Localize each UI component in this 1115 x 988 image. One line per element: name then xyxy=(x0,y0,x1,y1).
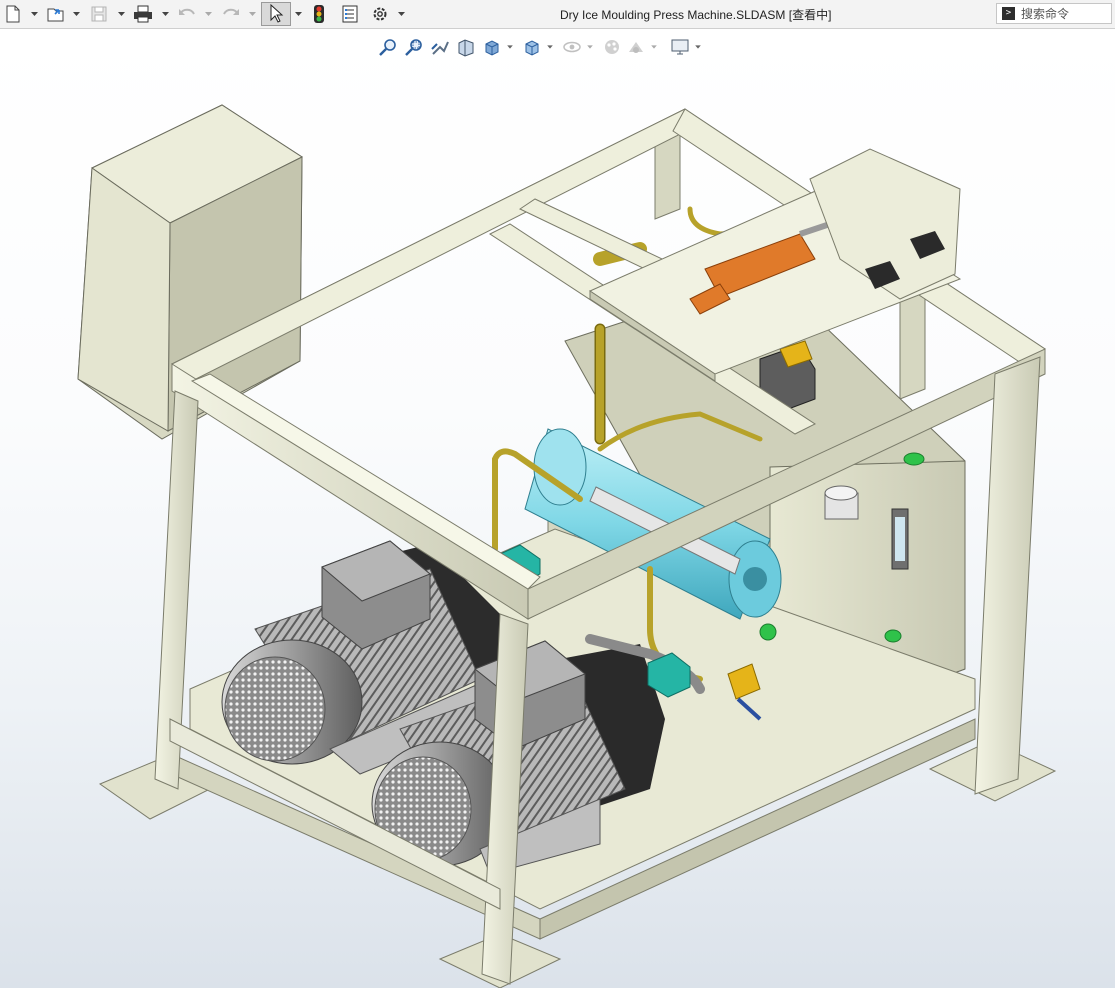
chevron-down-icon[interactable] xyxy=(161,9,170,19)
new-document-icon[interactable] xyxy=(3,2,23,26)
chevron-down-icon[interactable] xyxy=(294,9,303,19)
undo-icon[interactable] xyxy=(175,2,199,26)
save-icon[interactable] xyxy=(88,2,110,26)
search-placeholder: 搜索命令 xyxy=(1021,7,1070,21)
chevron-down-icon[interactable] xyxy=(117,9,126,19)
print-icon[interactable] xyxy=(131,2,155,26)
chevron-down-icon[interactable] xyxy=(248,9,257,19)
chevron-down-icon[interactable] xyxy=(72,9,81,19)
redo-icon[interactable] xyxy=(219,2,243,26)
select-pointer-icon[interactable] xyxy=(261,2,291,26)
command-prompt-icon: > xyxy=(1002,7,1015,20)
window-title: Dry Ice Moulding Press Machine.SLDASM [查… xyxy=(560,8,832,22)
graphics-area[interactable] xyxy=(0,29,1115,988)
chevron-down-icon[interactable] xyxy=(204,9,213,19)
assembly-model[interactable] xyxy=(0,29,1115,988)
chevron-down-icon[interactable] xyxy=(30,9,39,19)
traffic-light-icon[interactable] xyxy=(308,2,330,26)
file-properties-icon[interactable] xyxy=(338,2,362,26)
search-commands-field[interactable]: > 搜索命令 xyxy=(996,3,1112,24)
main-toolbar: Dry Ice Moulding Press Machine.SLDASM [查… xyxy=(0,0,1115,29)
open-folder-icon[interactable] xyxy=(44,2,68,26)
chevron-down-icon[interactable] xyxy=(397,9,406,19)
gear-icon[interactable] xyxy=(368,2,392,26)
